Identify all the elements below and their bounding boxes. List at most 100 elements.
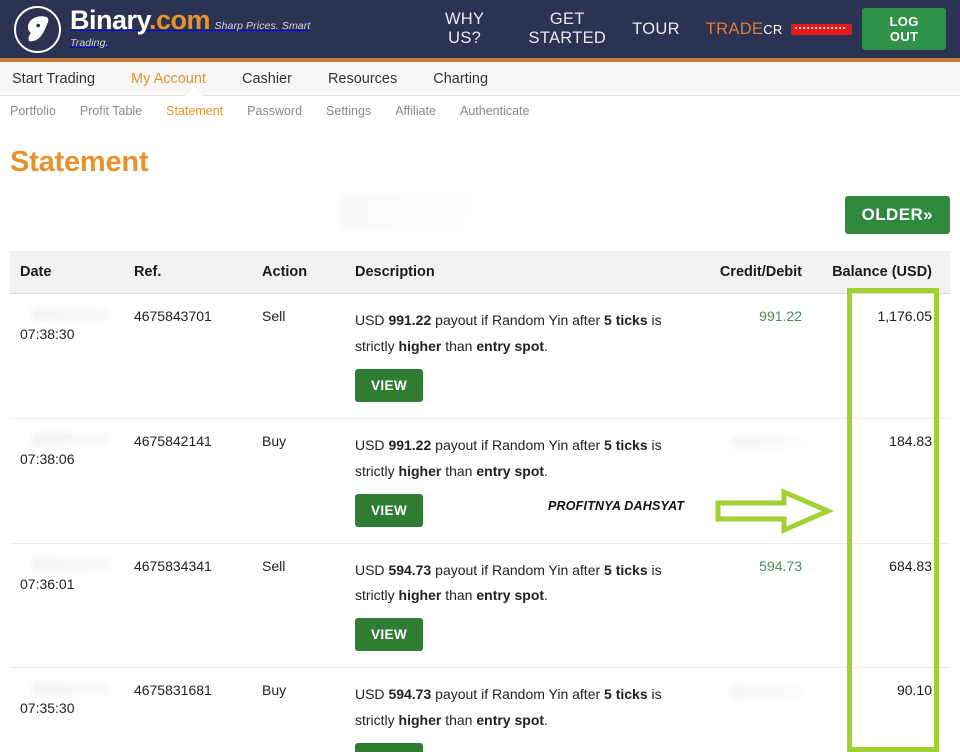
main-content: Statement OLDER» Date Ref. Action Descri…	[0, 146, 960, 752]
subnav-item-resources[interactable]: Resources	[310, 71, 415, 87]
tertnav-item-profit-table[interactable]: Profit Table	[68, 104, 154, 118]
description-emphasis: 991.22	[388, 312, 432, 328]
view-contract-button[interactable]: VIEW	[354, 493, 424, 527]
description-emphasis: entry spot	[476, 462, 545, 479]
column-header-action[interactable]: Action	[262, 251, 355, 294]
statement-table-head: Date Ref. Action Description Credit/Debi…	[10, 251, 950, 294]
balance-value: 90.10	[896, 682, 932, 699]
tertnav-item-affiliate[interactable]: Affiliate	[383, 104, 448, 118]
active-tab-caret-icon	[186, 87, 204, 96]
description-text: USD 991.22 payout if Random Yin after 5 …	[355, 433, 690, 485]
statement-toolbar: OLDER»	[10, 179, 950, 251]
description-segment: payout if Random Yin after	[431, 561, 605, 578]
subnav-item-my-account[interactable]: My Account	[113, 71, 224, 87]
tertnav-item-authenticate[interactable]: Authenticate	[448, 104, 542, 118]
column-header-credit-debit[interactable]: Credit/Debit	[689, 251, 826, 294]
cell-description: USD 991.22 payout if Random Yin after 5 …	[354, 293, 690, 419]
credit-redaction	[732, 436, 802, 449]
older-page-button[interactable]: OLDER»	[844, 196, 950, 234]
top-nav-tour[interactable]: TOUR	[632, 20, 680, 39]
statement-table-body: 07:38:30 4675843701 Sell USD 991.22 payout …	[10, 293, 950, 752]
column-header-date[interactable]: Date	[10, 251, 134, 294]
column-header-balance[interactable]: Balance (USD)	[826, 251, 950, 294]
cell-credit-debit: 991.22	[689, 293, 826, 419]
cell-description: USD 991.22 payout if Random Yin after 5 …	[354, 418, 690, 544]
account-zone: CR LOG OUT	[763, 8, 946, 50]
cell-date: 07:35:30	[10, 668, 134, 752]
cell-action: Sell	[262, 293, 355, 419]
log-out-button[interactable]: LOG OUT	[862, 8, 946, 50]
top-nav-get-started[interactable]: GET STARTED	[529, 10, 607, 48]
column-header-ref[interactable]: Ref.	[133, 251, 263, 294]
table-header-row: Date Ref. Action Description Credit/Debi…	[10, 251, 950, 294]
top-nav-why-us[interactable]: WHY US?	[427, 10, 503, 48]
date-redaction	[32, 682, 110, 696]
description-segment: USD	[354, 312, 389, 328]
cell-date: 07:38:06	[10, 418, 134, 544]
column-header-description[interactable]: Description	[354, 251, 690, 294]
credit-redaction	[732, 685, 802, 698]
description-emphasis: higher	[398, 337, 442, 354]
description-emphasis: 5 ticks	[604, 312, 648, 328]
cell-ref: 4675831681	[133, 682, 212, 699]
credit-value: 991.22	[759, 308, 802, 324]
description-text: USD 991.22 payout if Random Yin after 5 …	[355, 308, 690, 360]
top-nav-trade[interactable]: TRADE	[706, 20, 763, 39]
balance-value: 1,176.05	[877, 308, 933, 324]
cell-date: 07:38:30	[10, 293, 134, 419]
cell-action: Buy	[262, 418, 355, 544]
description-emphasis: 991.22	[388, 436, 432, 453]
description-segment: .	[544, 462, 548, 479]
view-contract-button[interactable]: VIEW	[354, 618, 424, 652]
description-segment: USD	[354, 561, 389, 578]
brand-logo-link[interactable]: Binary.com Sharp Prices. Smart Trading.	[14, 4, 351, 53]
annotation-note-text: PROFITNYA DAHSYAT	[548, 499, 685, 513]
tertnav-item-statement[interactable]: Statement	[154, 104, 235, 118]
brand-name: Binary.com	[70, 4, 211, 35]
description-emphasis: entry spot	[476, 337, 545, 354]
description-emphasis: entry spot	[476, 712, 545, 729]
cell-credit-debit	[690, 668, 826, 752]
tertiary-nav: Portfolio Profit Table Statement Passwor…	[0, 96, 960, 126]
cell-date-time: 07:38:30	[20, 326, 75, 342]
description-segment: .	[544, 712, 548, 729]
view-contract-button[interactable]: VIEW	[354, 368, 424, 402]
statement-page: Binary.com Sharp Prices. Smart Trading. …	[0, 0, 960, 752]
cell-balance: 684.83	[826, 543, 950, 669]
description-segment: than	[441, 712, 477, 729]
cell-description: USD 594.73 payout if Random Yin after 5 …	[354, 543, 690, 669]
description-emphasis: 594.73	[388, 561, 432, 578]
view-contract-button[interactable]: VIEW	[354, 743, 424, 752]
page-title: Statement	[10, 146, 149, 178]
brand-text: Binary.com Sharp Prices. Smart Trading.	[70, 4, 351, 52]
description-segment: .	[544, 587, 548, 604]
tertnav-item-portfolio[interactable]: Portfolio	[10, 104, 68, 118]
table-row: 07:35:30 4675831681 Buy USD 594.73 payout i…	[10, 668, 950, 752]
cell-ref: 4675842141	[133, 418, 263, 544]
cell-ref: 4675843701	[133, 293, 263, 419]
date-redaction	[32, 557, 110, 571]
table-row: 07:38:30 4675843701 Sell USD 991.22 payout …	[10, 293, 950, 419]
subnav-item-start-trading[interactable]: Start Trading	[10, 71, 113, 87]
cell-date-time: 07:36:01	[20, 575, 75, 592]
balance-value: 184.83	[889, 432, 932, 449]
description-emphasis: 5 ticks	[604, 561, 648, 578]
tertnav-item-password[interactable]: Password	[235, 104, 314, 118]
primary-top-nav: WHY US? GET STARTED TOUR TRADE	[427, 10, 763, 48]
description-emphasis: higher	[398, 587, 442, 604]
cell-balance: 90.10	[826, 668, 950, 752]
subnav-item-cashier[interactable]: Cashier	[224, 71, 310, 87]
tertnav-item-settings[interactable]: Settings	[314, 104, 383, 118]
cell-date-time: 07:35:30	[20, 700, 75, 717]
cell-balance: 1,176.05	[826, 293, 950, 419]
description-emphasis: higher	[398, 712, 442, 729]
account-id-redaction	[790, 23, 853, 35]
secondary-nav: Start Trading My Account Cashier Resourc…	[0, 62, 960, 96]
account-id-prefix: CR	[763, 21, 783, 37]
description-emphasis: 5 ticks	[604, 436, 648, 453]
table-row: 07:38:06 4675842141 Buy USD 991.22 payout i…	[10, 418, 950, 544]
cell-credit-debit: 594.73	[689, 543, 826, 669]
description-segment: than	[441, 337, 477, 354]
subnav-item-charting[interactable]: Charting	[415, 71, 506, 87]
cell-credit-debit	[689, 418, 826, 544]
